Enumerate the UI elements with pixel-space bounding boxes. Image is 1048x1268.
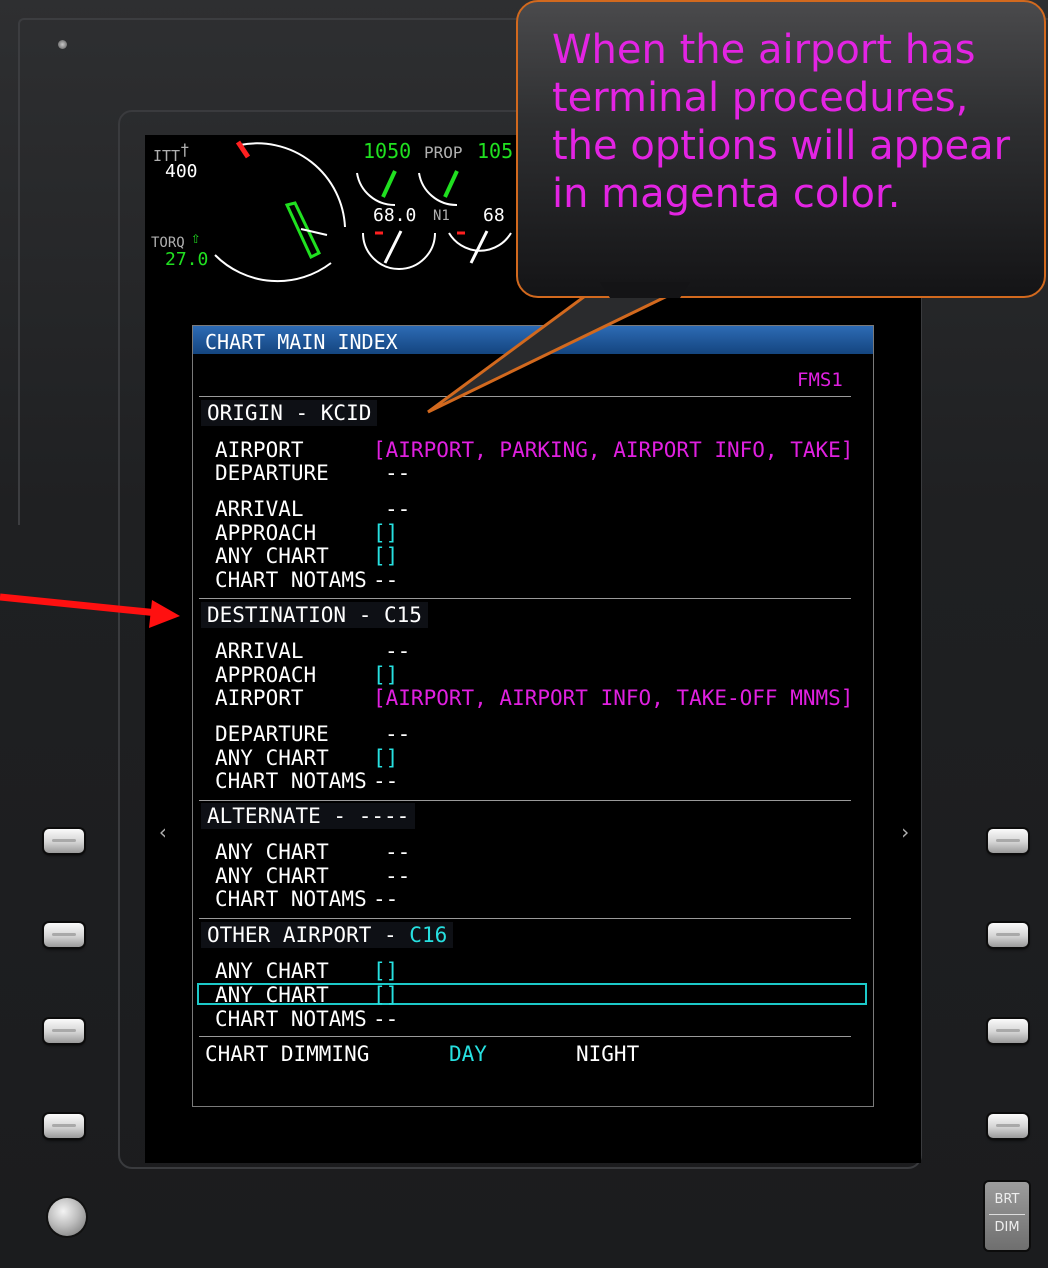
dimming-night-option[interactable]: NIGHT xyxy=(576,1042,639,1066)
right-line-select-key-1[interactable] xyxy=(988,829,1028,853)
n1-right-value: 68 xyxy=(483,205,505,226)
other-notams-value: -- xyxy=(373,1007,399,1031)
destination-arrival-label[interactable]: ARRIVAL xyxy=(215,639,304,663)
origin-arrival-value: -- xyxy=(385,497,411,521)
brt-dim-divider xyxy=(989,1214,1025,1215)
alternate-any-chart-2-value: -- xyxy=(385,864,411,888)
alternate-any-chart-2-label[interactable]: ANY CHART xyxy=(215,864,329,888)
alternate-any-chart-1-value: -- xyxy=(385,840,411,864)
prop-label: PROP xyxy=(424,143,463,162)
destination-any-chart-value[interactable]: [] xyxy=(373,746,398,770)
left-line-select-key-3[interactable] xyxy=(44,1019,84,1043)
chart-main-index-panel: CHART MAIN INDEX FMS1 ORIGIN - KCID AIRP… xyxy=(192,325,874,1107)
divider xyxy=(199,1036,851,1037)
destination-departure-label[interactable]: DEPARTURE xyxy=(215,722,329,746)
origin-arrival-label[interactable]: ARRIVAL xyxy=(215,497,304,521)
origin-departure-value: -- xyxy=(385,461,411,485)
fms-source: FMS1 xyxy=(797,369,843,391)
other-any-chart-2-value[interactable]: [] xyxy=(373,983,398,1007)
annotation-callout: When the airport has terminal procedures… xyxy=(516,0,1046,298)
destination-approach-value[interactable]: [] xyxy=(373,663,398,687)
destination-notams-label[interactable]: CHART NOTAMS xyxy=(215,769,367,793)
alternate-section-header: ALTERNATE - ---- xyxy=(201,803,416,829)
origin-notams-value: -- xyxy=(373,568,399,592)
dimming-day-option[interactable]: DAY xyxy=(449,1042,487,1066)
right-line-select-key-3[interactable] xyxy=(988,1019,1028,1043)
itt-torque-dial xyxy=(214,140,346,283)
origin-notams-label[interactable]: CHART NOTAMS xyxy=(215,568,367,592)
prop-dials xyxy=(356,170,459,207)
n1-dials xyxy=(362,230,512,270)
chart-dimming-label: CHART DIMMING xyxy=(205,1042,370,1066)
right-line-select-key-2[interactable] xyxy=(988,923,1028,947)
divider xyxy=(199,918,851,919)
prop-right-value: 105 xyxy=(477,139,514,163)
origin-any-chart-value[interactable]: [] xyxy=(373,544,398,568)
brightness-knob[interactable] xyxy=(48,1198,86,1236)
brt-dim-rocker-button[interactable]: BRT DIM xyxy=(985,1182,1029,1250)
divider xyxy=(199,396,851,397)
destination-section-header: DESTINATION - C15 xyxy=(201,602,428,628)
right-line-select-key-4[interactable] xyxy=(988,1114,1028,1138)
other-notams-label[interactable]: CHART NOTAMS xyxy=(215,1007,367,1031)
alternate-notams-label[interactable]: CHART NOTAMS xyxy=(215,887,367,911)
destination-notams-value: -- xyxy=(373,769,399,793)
alternate-any-chart-1-label[interactable]: ANY CHART xyxy=(215,840,329,864)
divider xyxy=(199,800,851,801)
origin-approach-value[interactable]: [] xyxy=(373,521,398,545)
panel-title: CHART MAIN INDEX xyxy=(205,330,398,354)
alternate-notams-value: -- xyxy=(373,887,399,911)
dim-label: DIM xyxy=(994,1220,1020,1235)
itt-value: 400 xyxy=(165,161,198,182)
other-any-chart-2-label[interactable]: ANY CHART xyxy=(215,983,329,1007)
left-line-select-key-2[interactable] xyxy=(44,923,84,947)
divider xyxy=(199,598,851,599)
destination-approach-label[interactable]: APPROACH xyxy=(215,663,316,687)
destination-any-chart-label[interactable]: ANY CHART xyxy=(215,746,329,770)
n1-label: N1 xyxy=(433,208,450,224)
other-airport-section-header: OTHER AIRPORT - C16 xyxy=(201,922,454,948)
origin-any-chart-label[interactable]: ANY CHART xyxy=(215,544,329,568)
destination-arrival-value: -- xyxy=(385,639,411,663)
callout-text: When the airport has terminal procedures… xyxy=(552,27,1011,217)
origin-airport-value[interactable]: [AIRPORT, PARKING, AIRPORT INFO, TAKE] xyxy=(373,438,853,462)
n1-left-value: 68.0 xyxy=(373,205,417,226)
destination-airport-label[interactable]: AIRPORT xyxy=(215,686,304,710)
destination-airport-value[interactable]: [AIRPORT, AIRPORT INFO, TAKE-OFF MNMS] xyxy=(373,686,853,710)
dagger-icon: † xyxy=(180,140,190,159)
left-line-select-key-4[interactable] xyxy=(44,1114,84,1138)
destination-departure-value: -- xyxy=(385,722,411,746)
page-right-arrow-icon[interactable]: › xyxy=(899,822,911,842)
prop-left-value: 1050 xyxy=(363,139,412,163)
chart-main-index-header: CHART MAIN INDEX xyxy=(193,326,873,354)
brt-label: BRT xyxy=(994,1192,1020,1207)
torq-up-arrow-icon: ⇧ xyxy=(191,228,201,247)
screw-icon xyxy=(58,40,67,49)
other-any-chart-1-value[interactable]: [] xyxy=(373,959,398,983)
origin-approach-label[interactable]: APPROACH xyxy=(215,521,316,545)
page-left-arrow-icon[interactable]: ‹ xyxy=(157,822,169,842)
origin-airport-label[interactable]: AIRPORT xyxy=(215,438,304,462)
other-any-chart-1-label[interactable]: ANY CHART xyxy=(215,959,329,983)
torq-value: 27.0 xyxy=(165,249,209,270)
origin-section-header: ORIGIN - KCID xyxy=(201,400,378,426)
left-line-select-key-1[interactable] xyxy=(44,829,84,853)
origin-departure-label[interactable]: DEPARTURE xyxy=(215,461,329,485)
